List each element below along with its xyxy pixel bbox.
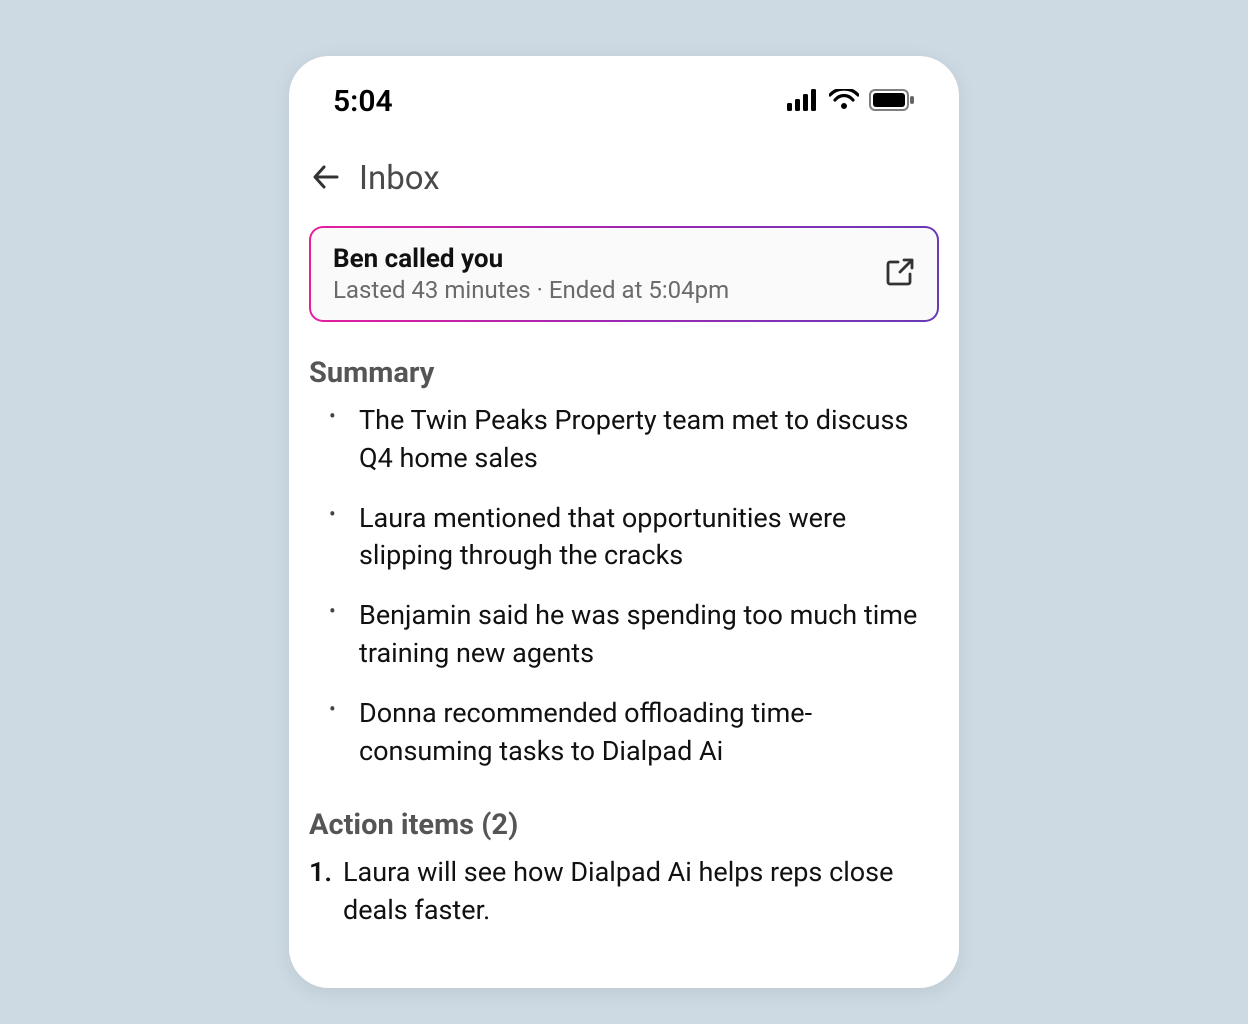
battery-icon	[869, 89, 915, 115]
summary-item: The Twin Peaks Property team met to disc…	[329, 402, 939, 478]
action-item: 1. Laura will see how Dialpad Ai helps r…	[309, 854, 939, 930]
action-item-number: 1.	[309, 854, 333, 930]
nav-header: Inbox	[289, 131, 959, 218]
back-button[interactable]	[309, 163, 341, 195]
summary-item: Donna recommended offloading time-consum…	[329, 695, 939, 771]
arrow-left-icon	[310, 162, 340, 196]
status-time: 5:04	[333, 84, 393, 119]
action-item-text: Laura will see how Dialpad Ai helps reps…	[343, 854, 939, 930]
call-card-subtitle: Lasted 43 minutes · Ended at 5:04pm	[333, 276, 729, 304]
status-bar: 5:04	[289, 56, 959, 131]
summary-item: Benjamin said he was spending too much t…	[329, 597, 939, 673]
summary-section: Summary The Twin Peaks Property team met…	[289, 346, 959, 770]
action-items-heading: Action items (2)	[309, 808, 939, 842]
summary-heading: Summary	[309, 356, 939, 390]
wifi-icon	[829, 89, 859, 115]
call-card-inner: Ben called you Lasted 43 minutes · Ended…	[311, 228, 937, 320]
status-icons	[787, 89, 915, 115]
external-link-icon	[885, 272, 915, 291]
page-title: Inbox	[359, 159, 440, 198]
action-items-section: Action items (2) 1. Laura will see how D…	[289, 792, 959, 930]
summary-item: Laura mentioned that opportunities were …	[329, 500, 939, 576]
summary-list: The Twin Peaks Property team met to disc…	[309, 402, 939, 770]
open-external-button[interactable]	[885, 257, 915, 291]
phone-frame: 5:04	[289, 56, 959, 988]
call-card[interactable]: Ben called you Lasted 43 minutes · Ended…	[309, 226, 939, 322]
cellular-signal-icon	[787, 89, 819, 115]
action-items-list: 1. Laura will see how Dialpad Ai helps r…	[309, 854, 939, 930]
call-card-text: Ben called you Lasted 43 minutes · Ended…	[333, 244, 729, 304]
call-card-title: Ben called you	[333, 244, 729, 274]
